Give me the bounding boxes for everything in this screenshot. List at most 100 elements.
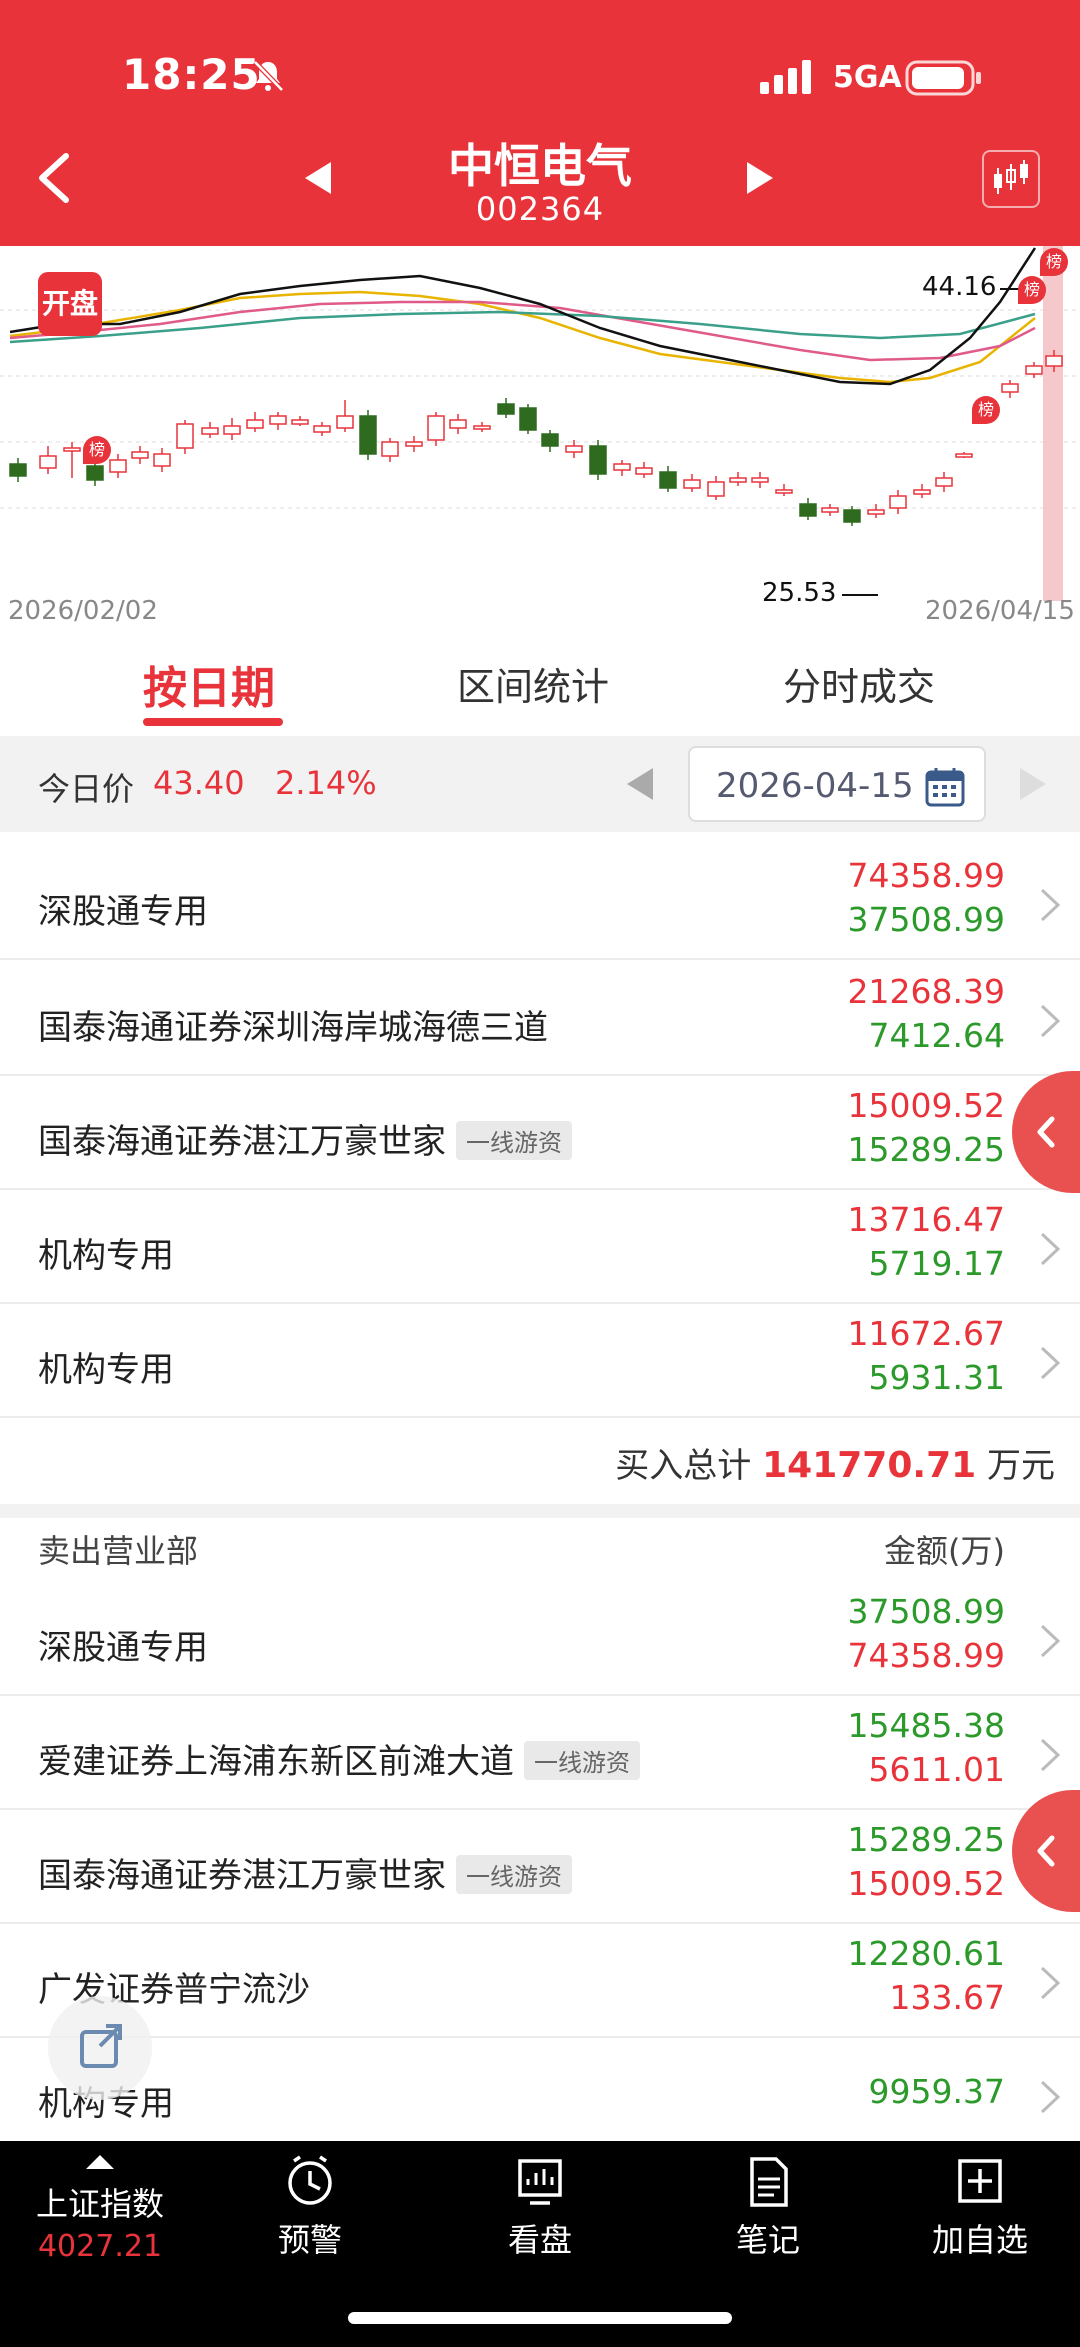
chevron-right-icon <box>1040 1004 1061 1038</box>
candle-body <box>109 459 127 473</box>
broker-name-text: 机构专用 <box>38 1350 174 1390</box>
tab-notes[interactable]: 笔记 <box>668 2141 868 2261</box>
plus-square-icon <box>958 2159 1002 2203</box>
calendar-icon <box>925 768 965 807</box>
candle-body <box>729 477 747 483</box>
buy-row[interactable]: 国泰海通证券湛江万豪世家 一线游资 15009.52 15289.25 <box>0 1076 1080 1190</box>
today-price-label: 今日价 <box>38 770 135 808</box>
back-icon[interactable] <box>30 150 80 206</box>
kline-toggle-button[interactable] <box>982 150 1040 208</box>
next-stock-icon[interactable] <box>745 160 775 196</box>
candle-body <box>131 451 149 459</box>
candle-body <box>519 407 537 431</box>
sell-amount: 15289.25 <box>847 1820 1005 1859</box>
tab-add-watchlist[interactable]: 加自选 <box>880 2141 1080 2261</box>
candle-body <box>223 425 241 435</box>
candle-body <box>449 419 467 429</box>
sell-row[interactable]: 爱建证券上海浦东新区前滩大道 一线游资 15485.38 5611.01 <box>0 1696 1080 1810</box>
section-divider <box>0 1504 1080 1518</box>
tab-watch[interactable]: 看盘 <box>440 2141 640 2261</box>
sell-row[interactable]: 深股通专用 37508.99 74358.99 <box>0 1582 1080 1696</box>
candle-body <box>565 445 583 453</box>
broker-name-text: 深股通专用 <box>38 892 208 932</box>
index-ticker[interactable]: 上证指数 4027.21 <box>0 2141 200 2264</box>
candle-body <box>246 419 264 429</box>
side-drawer-tab-2[interactable] <box>1012 1790 1080 1912</box>
buy-row[interactable]: 机构专用 13716.47 5719.17 <box>0 1190 1080 1304</box>
buy-amount: 74358.99 <box>847 1636 1005 1675</box>
candle-body <box>867 509 885 515</box>
broker-name-text: 深股通专用 <box>38 1628 208 1668</box>
candle-body <box>86 465 104 481</box>
candle-body <box>659 471 677 489</box>
candle-body <box>359 415 377 455</box>
candle-body <box>751 477 769 483</box>
broker-name-text: 爱建证券上海浦东新区前滩大道 <box>38 1742 514 1782</box>
broker-name: 国泰海通证券深圳海岸城海德三道 <box>38 1000 548 1049</box>
tab-watch-label: 看盘 <box>507 2221 572 2259</box>
chevron-right-icon <box>1040 1738 1061 1772</box>
candle-body <box>613 463 631 471</box>
hot-money-tag: 一线游资 <box>456 1855 572 1894</box>
broker-name: 爱建证券上海浦东新区前滩大道 一线游资 <box>38 1734 640 1783</box>
tab-range-stats[interactable]: 区间统计 <box>457 656 609 711</box>
candle-body <box>635 467 653 475</box>
buy-total-row: 买入总计 141770.71 万元 <box>0 1418 1080 1504</box>
candle-body <box>541 433 559 447</box>
prev-date-icon[interactable] <box>625 766 655 802</box>
buy-total-unit: 万元 <box>987 1446 1055 1486</box>
open-badge: 开盘 <box>38 272 102 336</box>
next-date-icon[interactable] <box>1018 766 1048 802</box>
sell-row[interactable]: 国泰海通证券湛江万豪世家 一线游资 15289.25 15009.52 <box>0 1810 1080 1924</box>
candle-body <box>336 415 354 429</box>
candle-body <box>955 453 973 458</box>
sell-row[interactable]: 广发证券普宁流沙 12280.61 133.67 <box>0 1924 1080 2038</box>
chevron-right-icon <box>1040 1966 1061 2000</box>
high-price-label: 44.16 <box>922 272 997 302</box>
sell-amount: 37508.99 <box>847 1592 1005 1631</box>
candle-body <box>176 423 194 449</box>
candlestick-icon <box>994 160 1028 194</box>
tab-tick-trades[interactable]: 分时成交 <box>783 656 935 711</box>
buy-row[interactable]: 国泰海通证券深圳海岸城海德三道 21268.39 7412.64 <box>0 962 1080 1076</box>
tab-by-date[interactable]: 按日期 <box>143 652 275 716</box>
ma-line-black <box>9 247 1037 386</box>
kline-chart[interactable] <box>0 246 1080 636</box>
sell-amount: 15289.25 <box>847 1130 1005 1169</box>
candle-body <box>843 509 861 523</box>
stock-name: 中恒电气 <box>448 139 632 193</box>
index-name: 上证指数 <box>35 2185 164 2223</box>
today-price: 43.40 <box>153 764 245 802</box>
app-header: 18:25 5GA 中恒电气 002364 <box>0 0 1080 246</box>
candle-body <box>269 415 287 425</box>
chevron-right-icon <box>1040 1624 1061 1658</box>
sell-row[interactable]: 机构专用 9959.37 <box>0 2038 1080 2152</box>
broker-name-text: 机构专用 <box>38 1236 174 1276</box>
candle-body <box>889 495 907 509</box>
ranking-marker-icon: 榜 <box>1040 248 1068 276</box>
prev-stock-icon[interactable] <box>303 160 333 196</box>
broker-name-text: 国泰海通证券深圳海岸城海德三道 <box>38 1008 548 1048</box>
buy-amount: 74358.99 <box>847 856 1005 895</box>
chevron-right-icon <box>1040 1346 1061 1380</box>
side-drawer-tab[interactable] <box>1012 1071 1080 1193</box>
buy-row[interactable]: 深股通专用 74358.99 37508.99 <box>0 846 1080 960</box>
share-edit-button[interactable] <box>48 1996 152 2100</box>
selected-date: 2026-04-15 <box>716 766 914 806</box>
sell-amount: 15485.38 <box>847 1706 1005 1745</box>
buy-row[interactable]: 机构专用 11672.67 5931.31 <box>0 1304 1080 1418</box>
date-picker[interactable]: 2026-04-15 <box>688 746 986 822</box>
bell-muted-icon <box>253 60 284 92</box>
tab-alert[interactable]: 预警 <box>210 2141 410 2261</box>
sell-amount: 12280.61 <box>847 1934 1005 1973</box>
share-icon <box>80 2024 122 2068</box>
buy-amount: 13716.47 <box>847 1200 1005 1239</box>
candle-body <box>821 507 839 513</box>
index-value: 4027.21 <box>37 2229 163 2264</box>
broker-name: 机构专用 <box>38 1342 174 1391</box>
broker-name: 深股通专用 <box>38 884 208 933</box>
candle-body <box>1045 355 1063 367</box>
sell-amount: 37508.99 <box>847 900 1005 939</box>
sell-section-header: 卖出营业部 金额(万) <box>0 1518 1080 1582</box>
sell-amount: 5719.17 <box>868 1244 1005 1283</box>
